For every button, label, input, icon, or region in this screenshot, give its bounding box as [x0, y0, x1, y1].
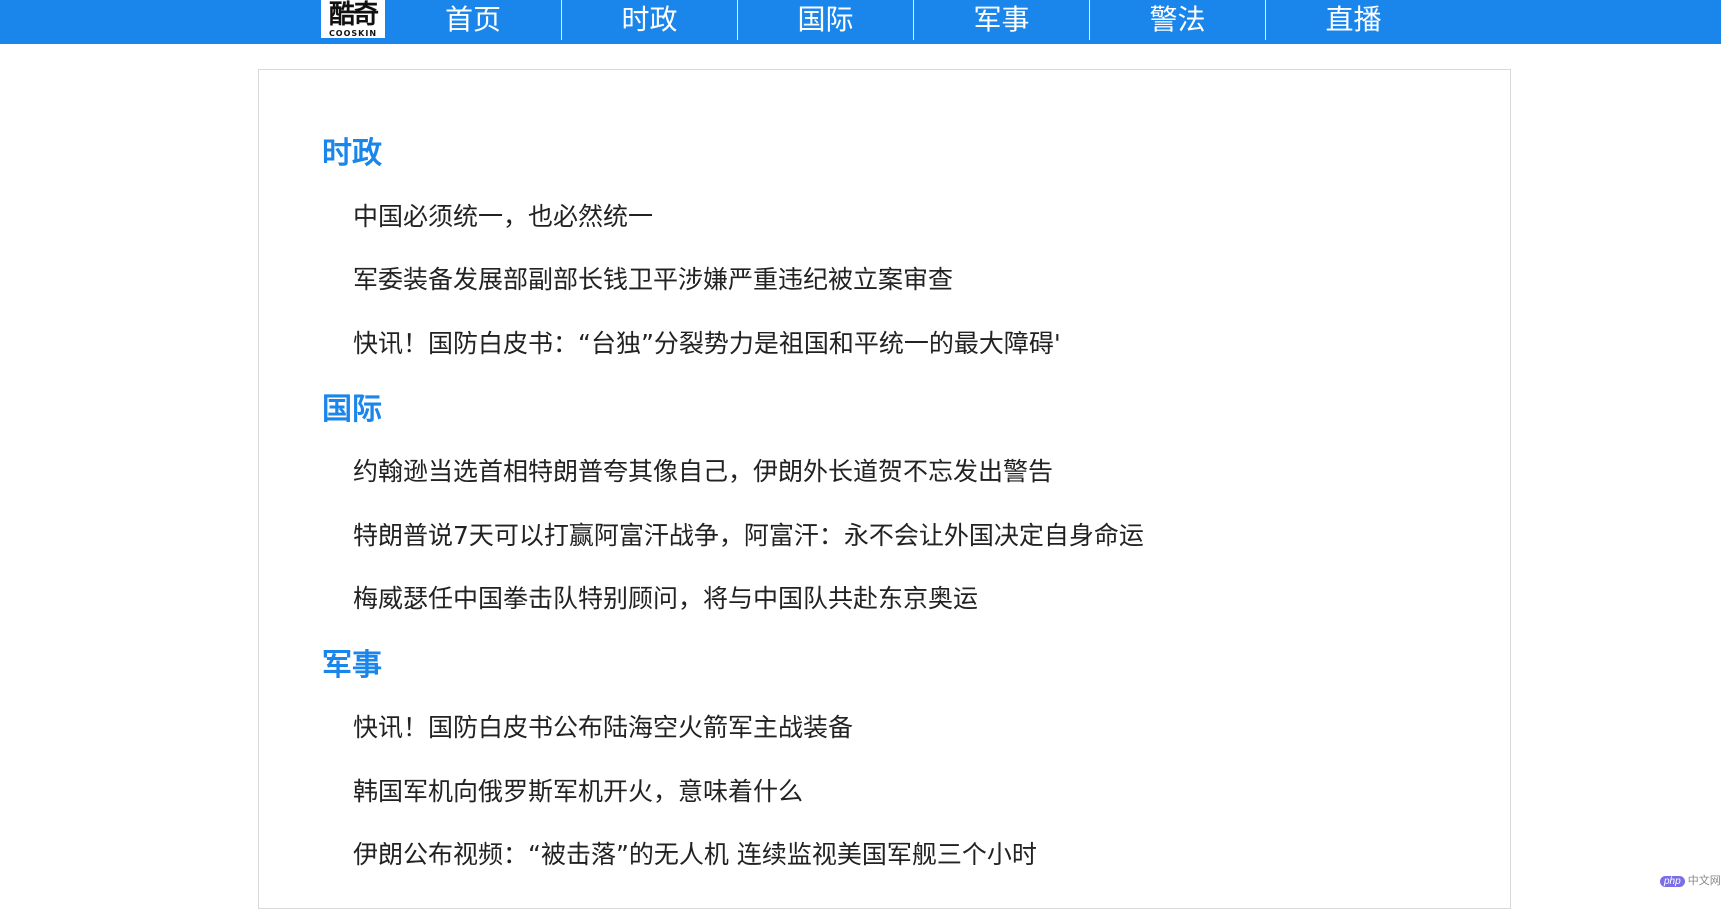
article-link[interactable]: 快讯！国防白皮书公布陆海空火箭军主战装备: [353, 712, 853, 744]
logo-sub-text: COOSKIN: [328, 29, 378, 38]
section-title-politics: 时政: [322, 136, 382, 171]
article-link[interactable]: 韩国军机向俄罗斯军机开火，意味着什么: [353, 776, 803, 808]
article-link[interactable]: 中国必须统一，也必然统一: [353, 201, 653, 233]
nav-item-police-law[interactable]: 警法: [1089, 0, 1265, 40]
article-link[interactable]: 军委装备发展部副部长钱卫平涉嫌严重违纪被立案审查: [353, 264, 953, 296]
nav-item-home[interactable]: 首页: [385, 0, 561, 40]
top-nav-bar: 酷奇 COOSKIN 首页 时政 国际 军事 警法 直播: [0, 0, 1721, 44]
cooskin-logo[interactable]: 酷奇 COOSKIN: [321, 0, 385, 38]
article-link[interactable]: 特朗普说7天可以打赢阿富汗战争，阿富汗：永不会让外国决定自身命运: [353, 520, 1144, 552]
watermark-text: 中文网: [1687, 875, 1721, 887]
article-link[interactable]: 快讯！国防白皮书：“台独”分裂势力是祖国和平统一的最大障碍': [353, 328, 1061, 360]
article-link[interactable]: 伊朗公布视频：“被击落”的无人机 连续监视美国军舰三个小时: [353, 839, 1037, 871]
article-link[interactable]: 约翰逊当选首相特朗普夸其像自己，伊朗外长道贺不忘发出警告: [353, 456, 1053, 488]
section-title-international: 国际: [322, 392, 382, 427]
main-nav: 首页 时政 国际 军事 警法 直播: [385, 0, 1441, 40]
nav-item-military[interactable]: 军事: [913, 0, 1089, 40]
watermark-badge: php: [1660, 876, 1685, 887]
nav-item-politics[interactable]: 时政: [561, 0, 737, 40]
logo-main-text: 酷奇: [328, 0, 379, 30]
article-link[interactable]: 梅威瑟任中国拳击队特别顾问，将与中国队共赴东京奥运: [353, 583, 978, 615]
nav-item-live[interactable]: 直播: [1265, 0, 1441, 40]
news-content-panel: 时政 中国必须统一，也必然统一 军委装备发展部副部长钱卫平涉嫌严重违纪被立案审查…: [258, 69, 1511, 909]
nav-item-international[interactable]: 国际: [737, 0, 913, 40]
section-title-military: 军事: [322, 648, 382, 683]
php-watermark: php 中文网: [1660, 872, 1721, 888]
